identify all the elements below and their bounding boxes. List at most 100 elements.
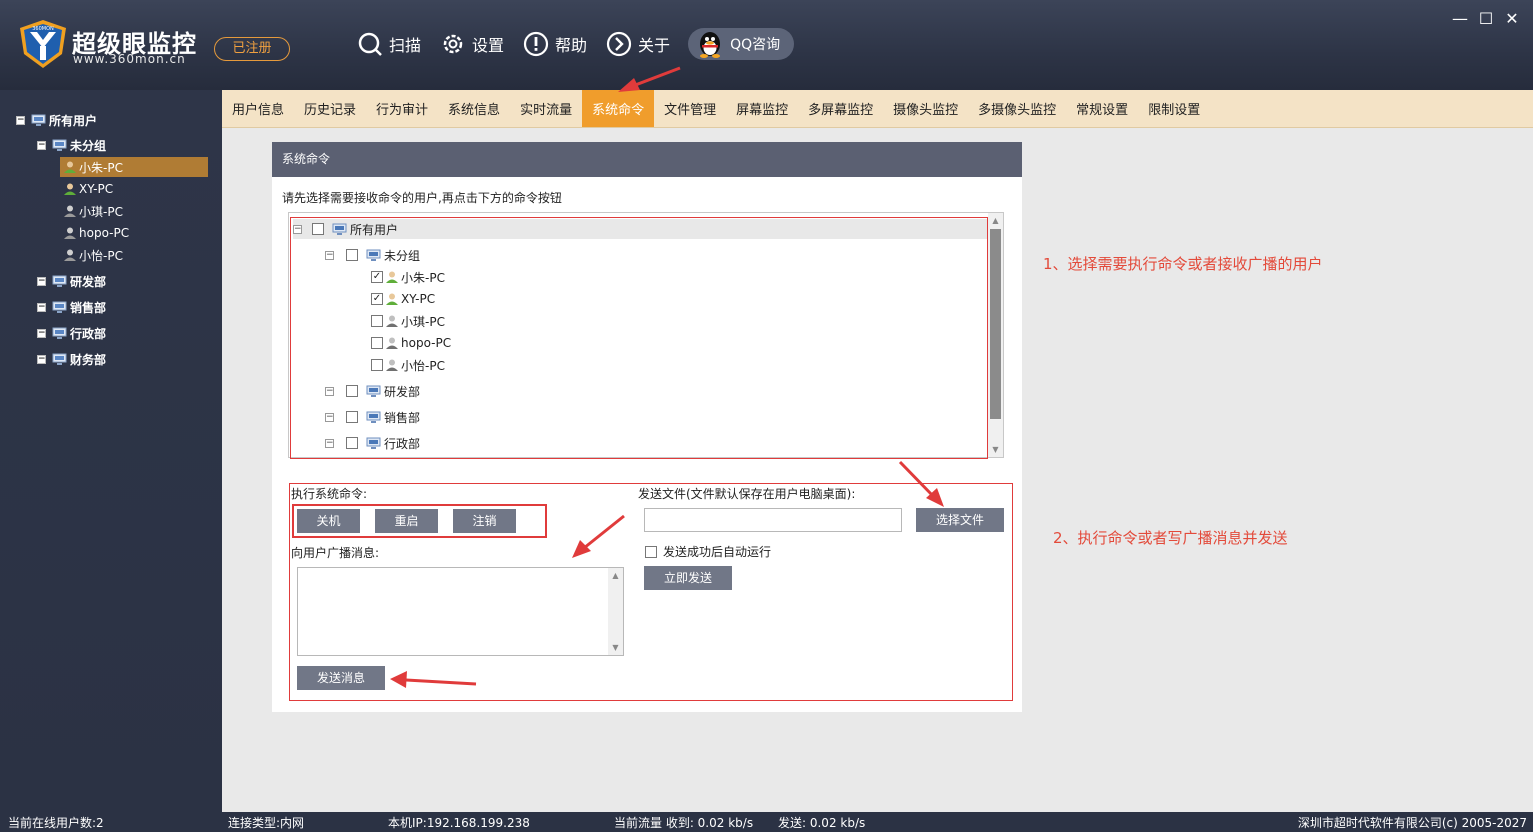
computer-icon <box>31 114 46 126</box>
computer-icon <box>52 327 67 339</box>
scroll-down-icon[interactable]: ▼ <box>610 642 621 653</box>
top-nav: 扫描 设置 帮助 关于 QQ咨询 <box>356 28 795 60</box>
scroll-down-icon[interactable]: ▼ <box>990 444 1001 455</box>
tab-file-management[interactable]: 文件管理 <box>654 90 726 127</box>
collapse-icon[interactable]: − <box>37 302 46 312</box>
tree-group-sales[interactable]: − 销售部 <box>37 297 106 317</box>
user-tree-sidebar: − 所有用户 − 未分组 小朱-PC XY-PC 小琪-PC hopo-PC 小… <box>0 90 222 812</box>
help-icon <box>523 31 549 57</box>
scan-label: 扫描 <box>389 36 422 55</box>
scroll-thumb[interactable] <box>990 229 1001 419</box>
restart-button[interactable]: 重启 <box>375 509 438 533</box>
collapse-icon[interactable]: − <box>37 328 46 338</box>
computer-icon <box>52 301 67 313</box>
tree-user-hopo[interactable]: hopo-PC <box>63 223 129 243</box>
tree-label: 小朱-PC <box>79 160 123 175</box>
tree-label: 未分组 <box>70 138 107 153</box>
tree-label: 小怡-PC <box>79 248 123 263</box>
computer-icon <box>52 353 67 365</box>
tree-user-xy[interactable]: XY-PC <box>63 179 113 199</box>
tab-multi-screen-monitor[interactable]: 多屏幕监控 <box>798 90 883 127</box>
panel-title: 系统命令 <box>272 142 1022 177</box>
tree-user-xiaozhu[interactable]: 小朱-PC <box>60 157 208 177</box>
traffic-received: 当前流量 收到: 0.02 kb/s <box>614 816 754 830</box>
tree-group-finance[interactable]: − 财务部 <box>37 349 106 369</box>
status-bar: 当前在线用户数:2 连接类型:内网 本机IP:192.168.199.238 当… <box>0 812 1533 832</box>
traffic-sent: 发送: 0.02 kb/s <box>778 816 866 830</box>
annotation-frame-users <box>290 217 988 459</box>
tab-camera-monitor[interactable]: 摄像头监控 <box>883 90 968 127</box>
about-button[interactable]: 关于 <box>605 28 670 60</box>
qq-label: QQ咨询 <box>730 37 781 53</box>
shutdown-button[interactable]: 关机 <box>297 509 360 533</box>
tree-root-all-users[interactable]: − 所有用户 <box>16 110 97 130</box>
window-controls: — ☐ ✕ <box>1447 8 1525 28</box>
scroll-up-icon[interactable]: ▲ <box>990 215 1001 226</box>
panel-instruction: 请先选择需要接收命令的用户,再点击下方的命令按钮 <box>282 191 562 205</box>
tree-group-admin[interactable]: − 行政部 <box>37 323 106 343</box>
user-offline-icon <box>64 227 76 239</box>
choose-file-button[interactable]: 选择文件 <box>916 508 1004 532</box>
help-label: 帮助 <box>555 36 588 55</box>
tree-label: XY-PC <box>79 182 114 196</box>
qq-consult-button[interactable]: QQ咨询 <box>688 28 795 60</box>
tab-history[interactable]: 历史记录 <box>294 90 366 127</box>
auto-run-option[interactable]: 发送成功后自动运行 <box>645 543 771 560</box>
scan-button[interactable]: 扫描 <box>356 28 421 60</box>
tab-user-info[interactable]: 用户信息 <box>222 90 294 127</box>
search-icon <box>358 32 382 56</box>
tab-system-command[interactable]: 系统命令 <box>582 90 655 127</box>
minimize-button[interactable]: — <box>1447 8 1473 28</box>
send-now-button[interactable]: 立即发送 <box>644 566 732 590</box>
tree-user-xiaoqi[interactable]: 小琪-PC <box>63 201 123 221</box>
company-copyright: 深圳市超时代软件有限公司(c) 2005-2027 <box>1297 816 1527 830</box>
user-offline-icon <box>64 205 76 217</box>
computer-icon <box>52 139 67 151</box>
broadcast-label: 向用户广播消息: <box>291 546 380 560</box>
exec-command-label: 执行系统命令: <box>291 487 368 501</box>
tab-behavior-audit[interactable]: 行为审计 <box>366 90 438 127</box>
connection-type: 连接类型:内网 <box>228 816 305 830</box>
tree-label: 所有用户 <box>49 113 98 128</box>
tab-screen-monitor[interactable]: 屏幕监控 <box>726 90 798 127</box>
tree-group-rd[interactable]: − 研发部 <box>37 271 106 291</box>
maximize-button[interactable]: ☐ <box>1473 8 1499 28</box>
tab-multi-camera-monitor[interactable]: 多摄像头监控 <box>968 90 1066 127</box>
system-command-panel: 系统命令 请先选择需要接收命令的用户,再点击下方的命令按钮 − 所有用户 − 未… <box>272 142 1022 712</box>
broadcast-message-textarea[interactable]: ▲ ▼ <box>297 567 624 656</box>
collapse-icon[interactable]: − <box>16 115 25 125</box>
online-user-count: 当前在线用户数:2 <box>8 816 104 830</box>
textarea-scrollbar[interactable]: ▲ ▼ <box>608 568 623 655</box>
auto-run-label: 发送成功后自动运行 <box>663 545 772 559</box>
logo-badge-text: 360MON <box>32 26 54 32</box>
user-offline-icon <box>64 249 76 261</box>
collapse-icon[interactable]: − <box>37 354 46 364</box>
collapse-icon[interactable]: − <box>37 276 46 286</box>
registered-badge[interactable]: 已注册 <box>214 37 290 61</box>
tree-user-xiaoyi[interactable]: 小怡-PC <box>63 245 123 265</box>
tree-label: 销售部 <box>70 300 107 315</box>
tree-label: 行政部 <box>70 326 107 341</box>
tab-system-info[interactable]: 系统信息 <box>438 90 510 127</box>
tab-general-settings[interactable]: 常规设置 <box>1066 90 1138 127</box>
help-button[interactable]: 帮助 <box>522 28 587 60</box>
auto-run-checkbox[interactable] <box>645 545 657 558</box>
computer-icon <box>52 275 67 287</box>
tree-label: 研发部 <box>70 274 107 289</box>
tab-restriction-settings[interactable]: 限制设置 <box>1138 90 1210 127</box>
title-bar: 360MON 超级眼监控 www.360mon.cn 已注册 扫描 设置 帮助 … <box>0 0 1533 90</box>
close-button[interactable]: ✕ <box>1499 8 1525 28</box>
file-path-input[interactable] <box>644 508 902 532</box>
settings-button[interactable]: 设置 <box>439 28 504 60</box>
scroll-up-icon[interactable]: ▲ <box>610 570 621 581</box>
tree-scrollbar[interactable]: ▲ ▼ <box>988 213 1003 457</box>
function-tabs: 用户信息 历史记录 行为审计 系统信息 实时流量 系统命令 文件管理 屏幕监控 … <box>222 90 1533 128</box>
send-file-label: 发送文件(文件默认保存在用户电脑桌面): <box>638 487 856 501</box>
app-url: www.360mon.cn <box>73 52 186 66</box>
tab-realtime-traffic[interactable]: 实时流量 <box>510 90 582 127</box>
tree-group-ungrouped[interactable]: − 未分组 <box>37 135 106 155</box>
logout-button[interactable]: 注销 <box>453 509 516 533</box>
settings-label: 设置 <box>472 36 505 55</box>
send-message-button[interactable]: 发送消息 <box>297 666 385 690</box>
collapse-icon[interactable]: − <box>37 140 46 150</box>
